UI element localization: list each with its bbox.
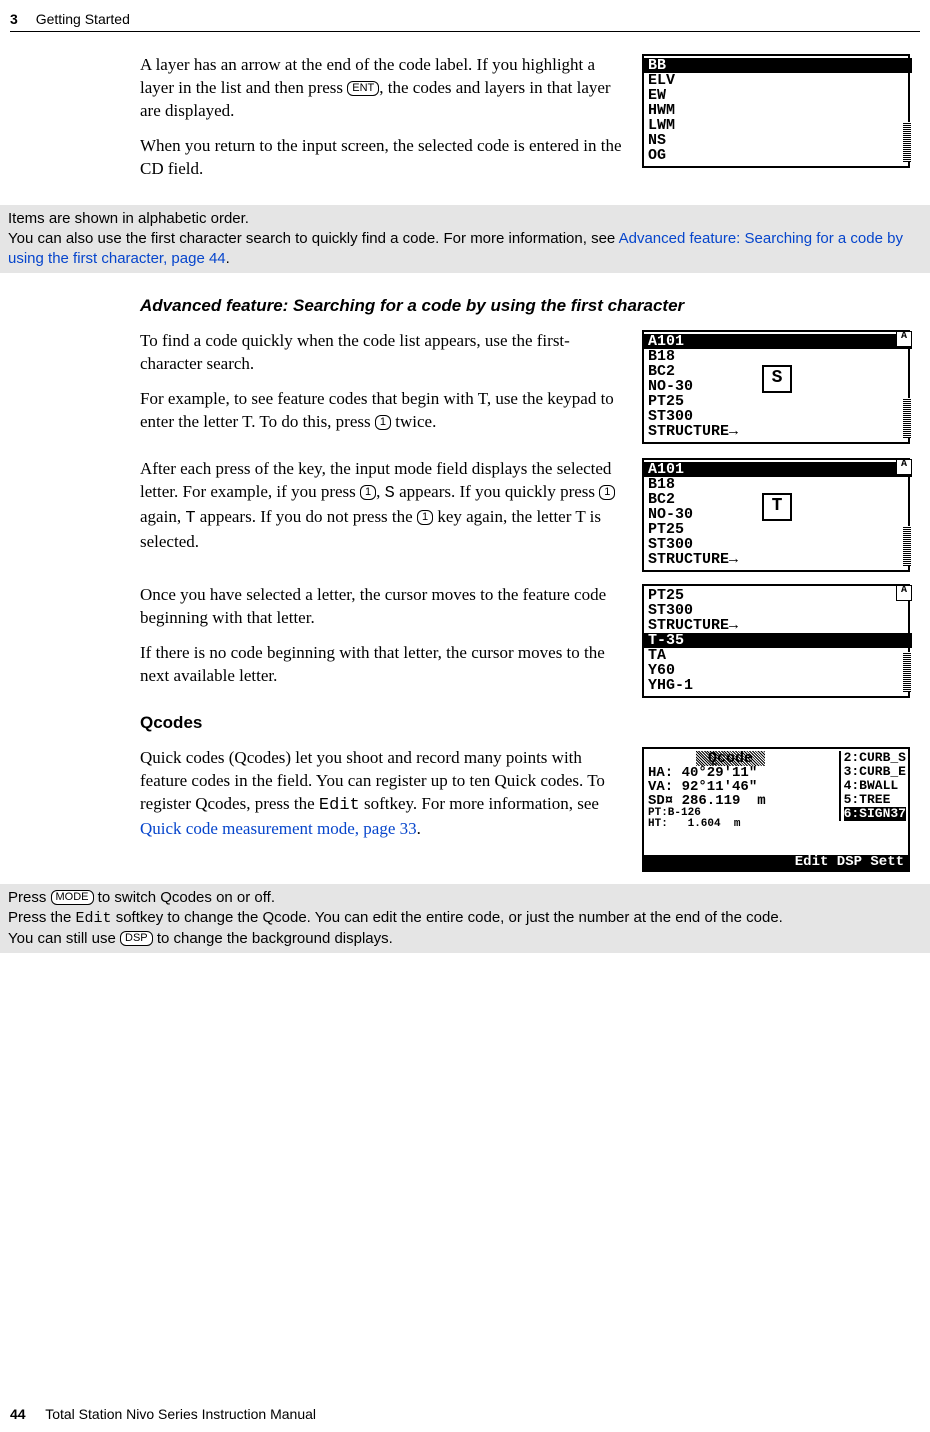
- page-header: 3 Getting Started: [10, 10, 920, 32]
- lcd-screenshot: Qcode HA: 40°29'11"VA: 92°11'46"SD¤ 286.…: [642, 747, 910, 872]
- paragraph: If there is no code beginning with that …: [140, 642, 624, 688]
- paragraph: When you return to the input screen, the…: [140, 135, 624, 181]
- section-heading: Advanced feature: Searching for a code b…: [140, 295, 910, 318]
- lcd-screenshot: PT25ST300STRUCTURE→T-35TAY60YHG-1 A: [642, 584, 910, 698]
- note-box: Items are shown in alphabetic order. You…: [0, 205, 930, 274]
- one-key-icon: 1: [360, 485, 376, 500]
- paragraph: After each press of the key, the input m…: [140, 458, 624, 554]
- note-box: Press MODE to switch Qcodes on or off. P…: [0, 884, 930, 954]
- lcd-screenshot: A101B18BC2NO-30PT25ST300STRUCTURE→T A: [642, 458, 910, 572]
- paragraph: For example, to see feature codes that b…: [140, 388, 624, 434]
- input-letter-indicator: S: [762, 365, 792, 393]
- paragraph: Quick codes (Qcodes) let you shoot and r…: [140, 747, 624, 841]
- cross-reference-link[interactable]: Quick code measurement mode, page 33: [140, 819, 417, 838]
- section-heading: Qcodes: [140, 712, 910, 735]
- input-letter-indicator: T: [762, 493, 792, 521]
- page-footer: 44 Total Station Nivo Series Instruction…: [10, 1405, 316, 1424]
- mode-indicator: A: [896, 459, 912, 475]
- page-number: 44: [10, 1406, 26, 1422]
- book-title: Total Station Nivo Series Instruction Ma…: [45, 1406, 316, 1422]
- edit-softkey-label: Edit: [319, 796, 360, 815]
- lcd-screenshot: BBELVEWHWMLWMNSOG: [642, 54, 910, 168]
- ent-key-icon: ENT: [347, 81, 379, 96]
- paragraph: Once you have selected a letter, the cur…: [140, 584, 624, 630]
- edit-softkey-label: Edit: [76, 910, 112, 927]
- one-key-icon: 1: [599, 485, 615, 500]
- chapter-title: Getting Started: [36, 11, 130, 27]
- paragraph: To find a code quickly when the code lis…: [140, 330, 624, 376]
- chapter-number: 3: [10, 10, 18, 29]
- paragraph: A layer has an arrow at the end of the c…: [140, 54, 624, 123]
- lcd-screenshot: A101B18BC2NO-30PT25ST300STRUCTURE→S A: [642, 330, 910, 444]
- dsp-key-icon: DSP: [120, 931, 153, 946]
- one-key-icon: 1: [375, 415, 391, 430]
- mode-indicator: A: [896, 331, 912, 347]
- one-key-icon: 1: [417, 510, 433, 525]
- mode-indicator: A: [896, 585, 912, 601]
- mode-key-icon: MODE: [51, 890, 94, 905]
